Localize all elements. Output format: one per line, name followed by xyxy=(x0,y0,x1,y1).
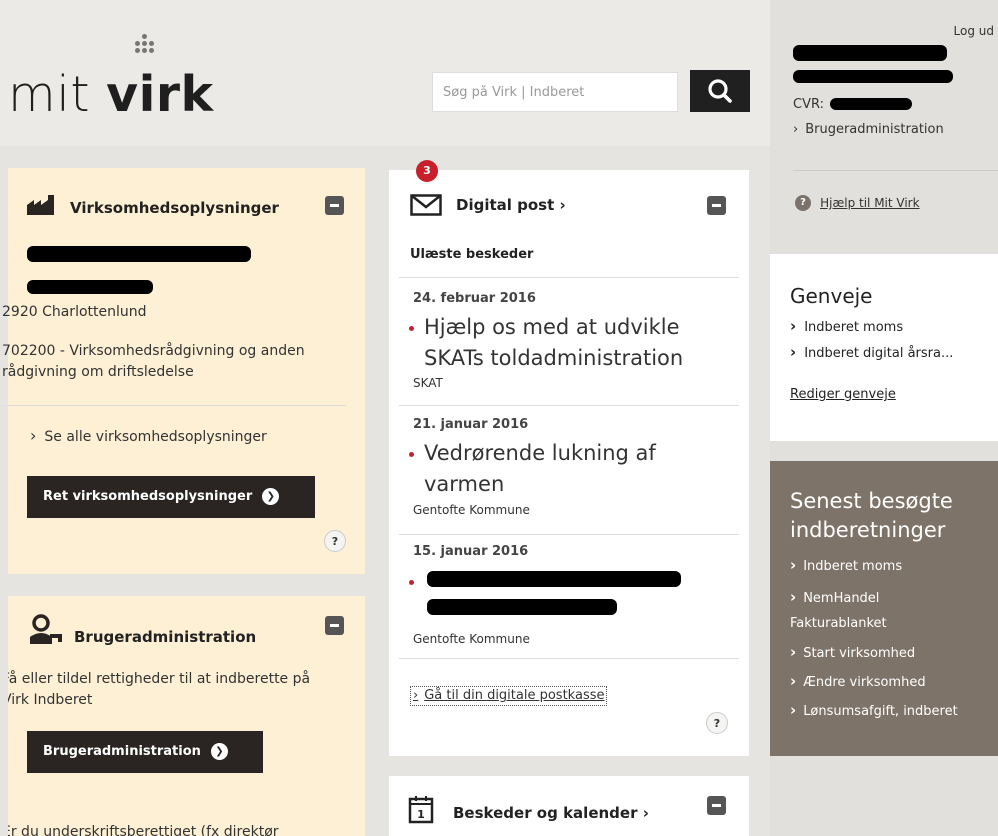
envelope-icon xyxy=(410,194,442,216)
collapse-button[interactable] xyxy=(325,616,344,635)
message-sender: Gentofte Kommune xyxy=(413,632,530,646)
collapse-button[interactable] xyxy=(707,796,726,815)
logo-dots xyxy=(132,34,158,58)
right-column: Log ud CVR: › Brugeradministration ? Hjæl… xyxy=(770,0,998,836)
message-title-text: Hjælp os med at udvikle SKATs toldadmini… xyxy=(424,315,684,370)
mit-virk-logo[interactable]: mit virk xyxy=(8,70,214,119)
help-link-text: Hjælp til Mit Virk xyxy=(820,196,920,210)
unread-badge: 3 xyxy=(416,160,438,182)
user-admin-link[interactable]: › Brugeradministration xyxy=(793,122,944,137)
message-title-text: Vedrørende lukning af varmen xyxy=(424,441,656,496)
button-label: Brugeradministration xyxy=(43,744,201,759)
shortcuts-title: Genveje xyxy=(790,284,873,308)
redacted-user-name xyxy=(793,45,947,61)
divider xyxy=(399,405,739,406)
arrow-right-icon: ❯ xyxy=(262,488,280,505)
redacted-cvr xyxy=(830,98,912,110)
chevron-right-icon: › xyxy=(413,688,419,703)
digital-post-link[interactable]: Digital post › xyxy=(456,196,566,214)
industry-code: 702200 - Virksomhedsrådgivning og anden … xyxy=(2,343,305,380)
divider xyxy=(2,405,346,406)
message-sender: SKAT xyxy=(413,376,443,390)
recent-item[interactable]: Lønsumsafgift, indberet xyxy=(790,701,958,719)
company-info-panel: Virksomhedsoplysninger 2920 Charlottenlu… xyxy=(2,168,365,574)
recent-item[interactable]: Ændre virksomhed xyxy=(790,672,925,690)
user-admin-description: Få eller tildel rettigheder til at indbe… xyxy=(8,671,311,708)
calendar-link[interactable]: Beskeder og kalender › xyxy=(453,804,649,822)
divider xyxy=(399,534,739,535)
edit-shortcuts-link[interactable]: Rediger genveje xyxy=(790,387,896,402)
header: mit virk xyxy=(0,0,770,146)
svg-text:1: 1 xyxy=(417,808,425,821)
collapse-button[interactable] xyxy=(325,196,344,215)
recent-item[interactable]: Indberet moms xyxy=(790,556,902,574)
user-admin-button[interactable]: Brugeradministration ❯ xyxy=(27,731,263,773)
user-admin-panel: Brugeradministration Få eller tildel ret… xyxy=(8,596,365,836)
message-title[interactable] xyxy=(409,566,729,618)
divider xyxy=(793,170,998,171)
logo-text-thin: mit xyxy=(8,66,91,123)
shortcuts-panel: Genveje Indberet moms Indberet digital å… xyxy=(770,254,998,441)
user-key-icon xyxy=(30,614,62,644)
recent-title: Senest besøgte indberetninger xyxy=(790,489,953,542)
factory-icon xyxy=(27,195,54,215)
shortcut-item[interactable]: Indberet moms xyxy=(790,317,903,335)
mailbox-link-text: Gå til din digitale postkasse xyxy=(424,688,605,703)
recent-item[interactable]: NemHandel Fakturablanket xyxy=(790,585,900,636)
help-icon[interactable]: ? xyxy=(324,530,346,552)
edit-company-info-button[interactable]: Ret virksomhedsoplysninger ❯ xyxy=(27,476,315,518)
search-input[interactable] xyxy=(432,72,678,112)
mailbox-link[interactable]: › Gå til din digitale postkasse xyxy=(410,686,608,706)
redacted-message-title xyxy=(427,571,681,587)
cvr-label: CVR: xyxy=(793,97,824,112)
divider xyxy=(399,277,739,278)
logout-link[interactable]: Log ud xyxy=(954,24,994,38)
redacted-address xyxy=(27,280,153,294)
help-link[interactable]: ? Hjælp til Mit Virk xyxy=(795,192,920,211)
message-sender: Gentofte Kommune xyxy=(413,503,530,517)
postal-address: 2920 Charlottenlund xyxy=(2,304,147,320)
arrow-right-icon: ❯ xyxy=(210,743,228,760)
panel-title: Virksomhedsoplysninger xyxy=(70,199,279,217)
search-icon xyxy=(708,79,732,103)
message-title[interactable]: Hjælp os med at udvikle SKATs toldadmini… xyxy=(409,312,729,374)
user-admin-link-text: Brugeradministration xyxy=(805,122,944,137)
signatory-text: Er du underskriftsberettiget (fx direktø… xyxy=(8,824,279,836)
button-label: Ret virksomhedsoplysninger xyxy=(43,489,253,504)
digital-post-panel: 3 Digital post › Ulæste beskeder 24. feb… xyxy=(389,160,749,756)
help-icon: ? xyxy=(795,194,811,211)
calendar-icon: 1 xyxy=(408,796,434,824)
collapse-button[interactable] xyxy=(707,196,726,215)
redacted-message-title xyxy=(427,599,617,615)
panel-title: Brugeradministration xyxy=(74,628,257,646)
unread-dot xyxy=(409,326,414,331)
calendar-panel: 1 Beskeder og kalender › xyxy=(389,776,749,836)
unread-dot xyxy=(409,452,414,457)
message-date: 15. januar 2016 xyxy=(413,544,529,559)
help-icon[interactable]: ? xyxy=(706,712,728,734)
unread-messages-label: Ulæste beskeder xyxy=(410,247,534,262)
redacted-company xyxy=(793,70,953,83)
message-date: 21. januar 2016 xyxy=(413,417,529,432)
recent-filings-panel: Senest besøgte indberetninger Indberet m… xyxy=(770,461,998,756)
shortcut-item[interactable]: Indberet digital årsra... xyxy=(790,343,953,361)
divider xyxy=(399,658,739,659)
recent-item[interactable]: Start virksomhed xyxy=(790,643,915,661)
logo-text-bold: virk xyxy=(106,66,214,123)
message-title[interactable]: Vedrørende lukning af varmen xyxy=(409,438,729,500)
search-button[interactable] xyxy=(690,70,750,112)
message-date: 24. februar 2016 xyxy=(413,291,536,306)
unread-dot xyxy=(409,580,414,585)
redacted-company-name xyxy=(27,246,251,262)
see-all-company-info-link[interactable]: Se alle virksomhedsoplysninger xyxy=(30,424,266,448)
